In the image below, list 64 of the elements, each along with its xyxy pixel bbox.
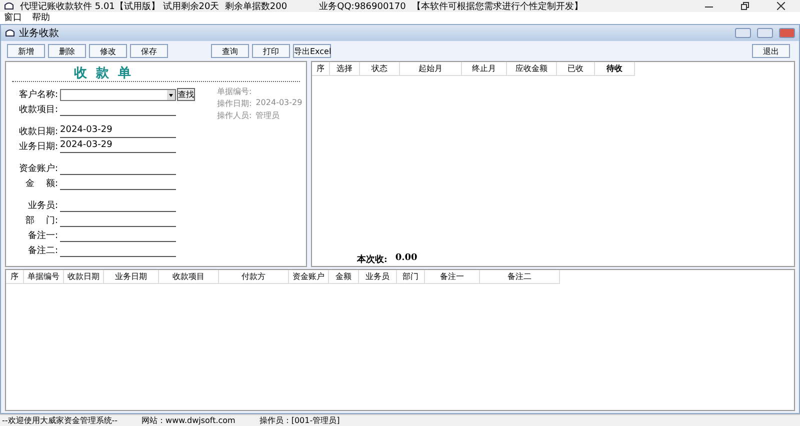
column-header: 待收	[595, 62, 635, 76]
menu-item[interactable]: 窗口	[4, 10, 22, 24]
input-field[interactable]: 2024-03-29	[60, 124, 176, 138]
field-label: 收款项目:	[18, 104, 59, 116]
menu-item[interactable]: 帮助	[32, 10, 50, 24]
column-header: 业务员	[359, 270, 397, 284]
column-header: 终止月	[462, 62, 507, 76]
column-header: 已收	[557, 62, 595, 76]
restore-icon	[741, 2, 749, 10]
status-text: --欢迎使用大威家资金管理系统--	[2, 415, 118, 426]
form-heading: 收 款 单	[12, 64, 300, 82]
status-text: 操作员：[001-管理员]	[259, 415, 340, 426]
info-label: 单据编号:	[217, 86, 252, 97]
toolbar-button[interactable]: 退出	[752, 44, 790, 58]
field-label: 备注一:	[26, 230, 59, 242]
contact-text: 业务QQ:986900170	[319, 0, 406, 12]
field-label: 业务员:	[26, 200, 59, 212]
column-header: 应收金额	[507, 62, 557, 76]
toolbar-button[interactable]: 新增	[7, 44, 45, 58]
field-label: 业务日期:	[18, 140, 59, 153]
total-label: 本次收:	[357, 253, 388, 266]
column-header: 状态	[360, 62, 400, 76]
window-icon	[5, 29, 15, 37]
customer-combo[interactable]	[60, 89, 176, 101]
field-label: 备注二:	[26, 244, 59, 257]
column-header: 起始月	[400, 62, 462, 76]
field-label: 收款日期:	[18, 126, 59, 138]
status-text: 网站：www.dwjsoft.com	[142, 415, 236, 426]
column-header: 金额	[329, 270, 359, 284]
notice-text: 【本软件可根据您需求进行个性定制开发】	[412, 0, 583, 12]
info-label: 操作日期:	[217, 98, 252, 109]
search-button[interactable]: 查找	[177, 88, 195, 101]
caret-icon	[167, 90, 175, 100]
total-value: 0.00	[395, 253, 418, 265]
field-label: 客户名称:	[18, 88, 59, 101]
column-header: 备注一	[425, 270, 480, 284]
field-label: 金 额:	[24, 178, 59, 190]
info-value: 管理员	[256, 110, 280, 121]
column-header: 选择	[330, 62, 360, 76]
column-header: 序	[312, 62, 330, 76]
info-label: 操作人员:	[217, 110, 252, 121]
column-header: 收款日期	[64, 270, 104, 284]
toolbar-button[interactable]: 保存	[130, 44, 168, 58]
column-header: 部门	[397, 270, 425, 284]
child-window-title: 业务收款	[19, 26, 59, 40]
info-value: 2024-03-29	[256, 98, 302, 109]
column-header: 付款方	[219, 270, 289, 284]
column-header: 序	[6, 270, 24, 284]
toolbar-button[interactable]: 导出Excel	[293, 44, 331, 58]
field-label: 资金账户:	[18, 162, 59, 175]
window-icon	[4, 2, 14, 10]
toolbar-button[interactable]: 删除	[48, 44, 86, 58]
input-field[interactable]: 2024-03-29	[60, 139, 176, 153]
column-header: 收款项目	[159, 270, 219, 284]
column-header: 备注二	[480, 270, 560, 284]
column-header: 单据编号	[24, 270, 64, 284]
close-icon	[777, 2, 785, 10]
column-header: 资金账户	[289, 270, 329, 284]
column-header: 业务日期	[104, 270, 159, 284]
toolbar-button[interactable]: 修改	[89, 44, 127, 58]
toolbar-button[interactable]: 打印	[252, 44, 290, 58]
field-label: 部 门:	[24, 214, 59, 227]
toolbar-button[interactable]: 查询	[211, 44, 249, 58]
window-title: 代理记账收款软件 5.01【试用版】 试用剩余20天 剩余单据数200	[20, 0, 288, 12]
